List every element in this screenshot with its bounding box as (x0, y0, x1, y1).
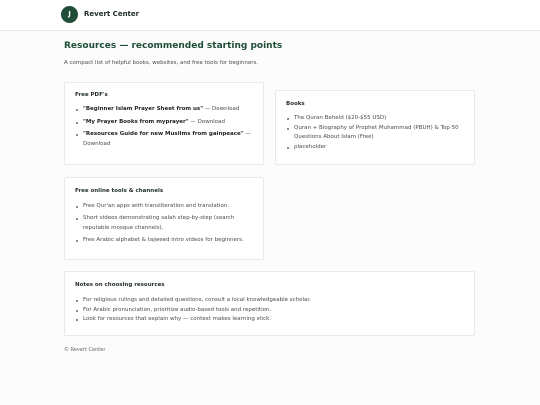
books-heading: Books (286, 101, 305, 107)
free-pdfs-heading: Free PDF's (75, 92, 108, 98)
page-title: Resources — recommended starting points (64, 41, 283, 51)
top-bar: J Revert Center (0, 0, 540, 31)
logo-avatar[interactable]: J (61, 6, 78, 23)
tools-card: Free online tools & channels Free Qur'an… (64, 177, 264, 260)
list-item: Look for resources that explain why — co… (75, 315, 465, 325)
books-card: Books The Quran Beheld ($20-$55 USD) Qur… (275, 90, 475, 165)
free-pdfs-list: "Beginner Islam Prayer Sheet from us" — … (75, 105, 259, 152)
list-item: For religious rulings and detailed quest… (75, 296, 465, 306)
pdf-title: "Beginner Islam Prayer Sheet from us" (83, 106, 204, 112)
brand-name[interactable]: Revert Center (84, 10, 139, 18)
books-list: The Quran Beheld ($20-$55 USD) Quran + B… (286, 114, 470, 152)
list-item: The Quran Beheld ($20-$55 USD) (286, 114, 470, 124)
notes-heading: Notes on choosing resources (75, 282, 165, 288)
download-link[interactable]: — Download (203, 106, 240, 112)
tools-heading: Free online tools & channels (75, 188, 164, 194)
list-item: Free Arabic alphabet & tajweed intro vid… (75, 236, 259, 246)
list-item: placeholder (286, 143, 470, 153)
notes-card: Notes on choosing resources For religiou… (64, 271, 475, 336)
list-item: Short videos demonstrating salah step-by… (75, 214, 259, 233)
page-subtitle: A compact list of helpful books, website… (64, 60, 259, 66)
list-item: "Resources Guide for new Muslims from ga… (75, 130, 259, 149)
notes-list: For religious rulings and detailed quest… (75, 296, 465, 325)
footer-copyright: © Revert Center (64, 347, 106, 353)
download-link[interactable]: — Download (189, 119, 225, 125)
pdf-title: "Resources Guide for new Muslims from ga… (83, 131, 244, 137)
pdf-title: "My Prayer Books from myprayer" (83, 118, 189, 125)
free-pdfs-card: Free PDF's "Beginner Islam Prayer Sheet … (64, 82, 264, 165)
tools-list: Free Qur'an apps with transliteration an… (75, 202, 259, 248)
list-item: Free Qur'an apps with transliteration an… (75, 202, 259, 212)
list-item: For Arabic pronunciation, prioritize aud… (75, 306, 465, 316)
list-item: Quran + Biography of Prophet Muhammad (P… (286, 124, 470, 143)
list-item: "My Prayer Books from myprayer" — Downlo… (75, 118, 259, 128)
list-item: "Beginner Islam Prayer Sheet from us" — … (75, 105, 259, 115)
